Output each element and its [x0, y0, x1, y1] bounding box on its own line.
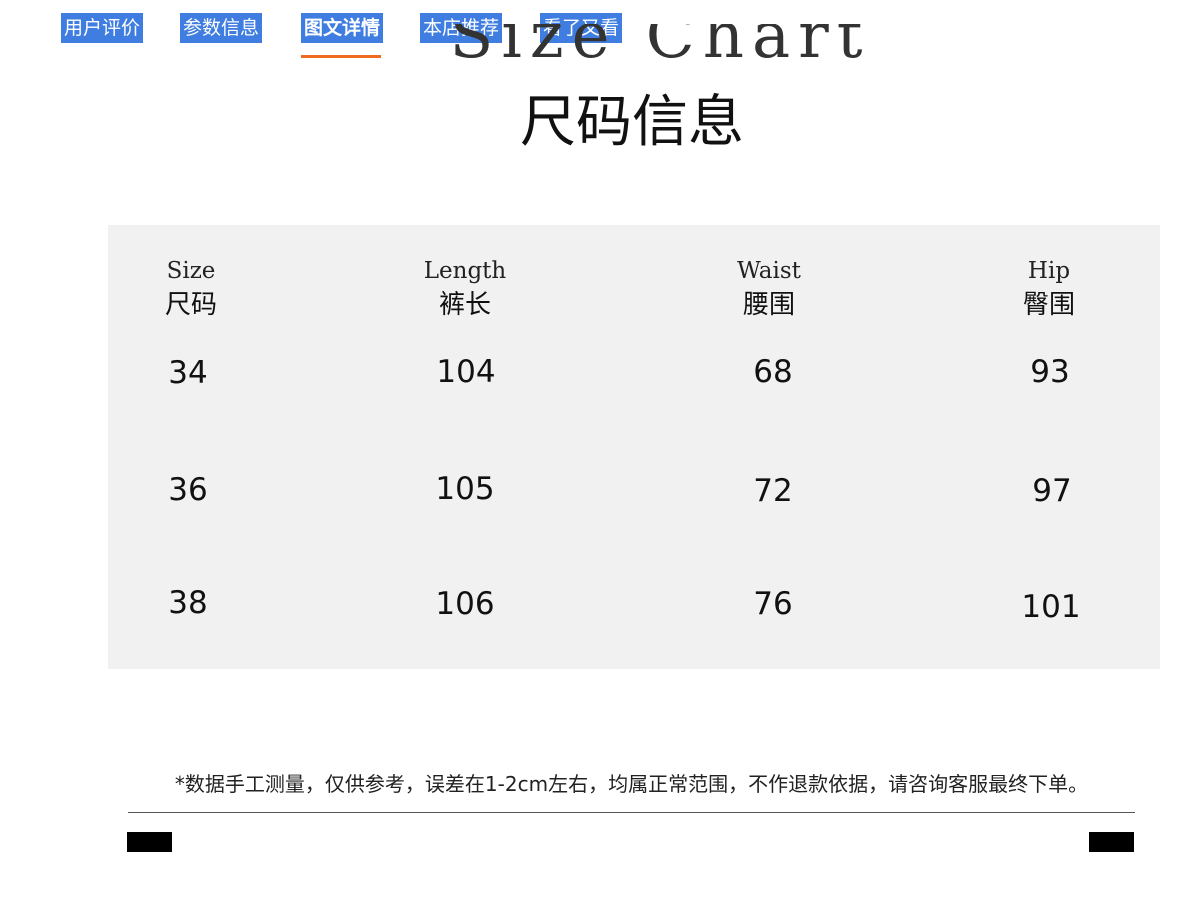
table-cell: 106 [435, 586, 495, 622]
table-cell: 76 [753, 586, 793, 622]
right-black-block [1089, 832, 1134, 852]
column-header-en: Hip [1027, 258, 1071, 284]
left-black-block [127, 832, 172, 852]
table-cell: 97 [1032, 473, 1072, 509]
column-header-length: Length 裤长 [365, 255, 565, 323]
size-chart-english-text: Size Chart [449, 24, 871, 73]
column-header-size: Size 尺码 [91, 255, 291, 323]
column-header-cn: 腰围 [742, 290, 795, 320]
column-header-waist: Waist 腰围 [669, 255, 869, 323]
table-cell: 68 [753, 354, 793, 390]
table-cell: 36 [168, 472, 208, 508]
measurement-note: *数据手工测量，仅供参考，误差在1-2cm左右，均属正常范围，不作退款依据，请咨… [174, 772, 1089, 796]
size-chart-table: Size 尺码 Length 裤长 Waist 腰围 Hip 臀围 34 104… [108, 225, 1160, 669]
size-chart-chinese-heading: 尺码信息 [520, 90, 744, 155]
table-cell: 101 [1021, 589, 1081, 625]
table-cell: 104 [436, 354, 496, 390]
column-header-en: Waist [737, 258, 801, 284]
divider-line [128, 812, 1135, 813]
table-cell: 72 [753, 473, 793, 509]
column-header-hip: Hip 臀围 [949, 255, 1149, 323]
table-cell: 105 [435, 471, 495, 507]
column-header-cn: 臀围 [1022, 290, 1075, 320]
column-header-en: Size [166, 258, 216, 284]
table-cell: 93 [1030, 354, 1070, 390]
column-header-cn: 裤长 [438, 290, 491, 320]
column-header-en: Length [423, 258, 507, 284]
table-cell: 38 [168, 585, 208, 621]
size-chart-english-heading: Size Chart [0, 24, 1200, 74]
column-header-cn: 尺码 [164, 290, 217, 320]
table-cell: 34 [168, 355, 208, 391]
